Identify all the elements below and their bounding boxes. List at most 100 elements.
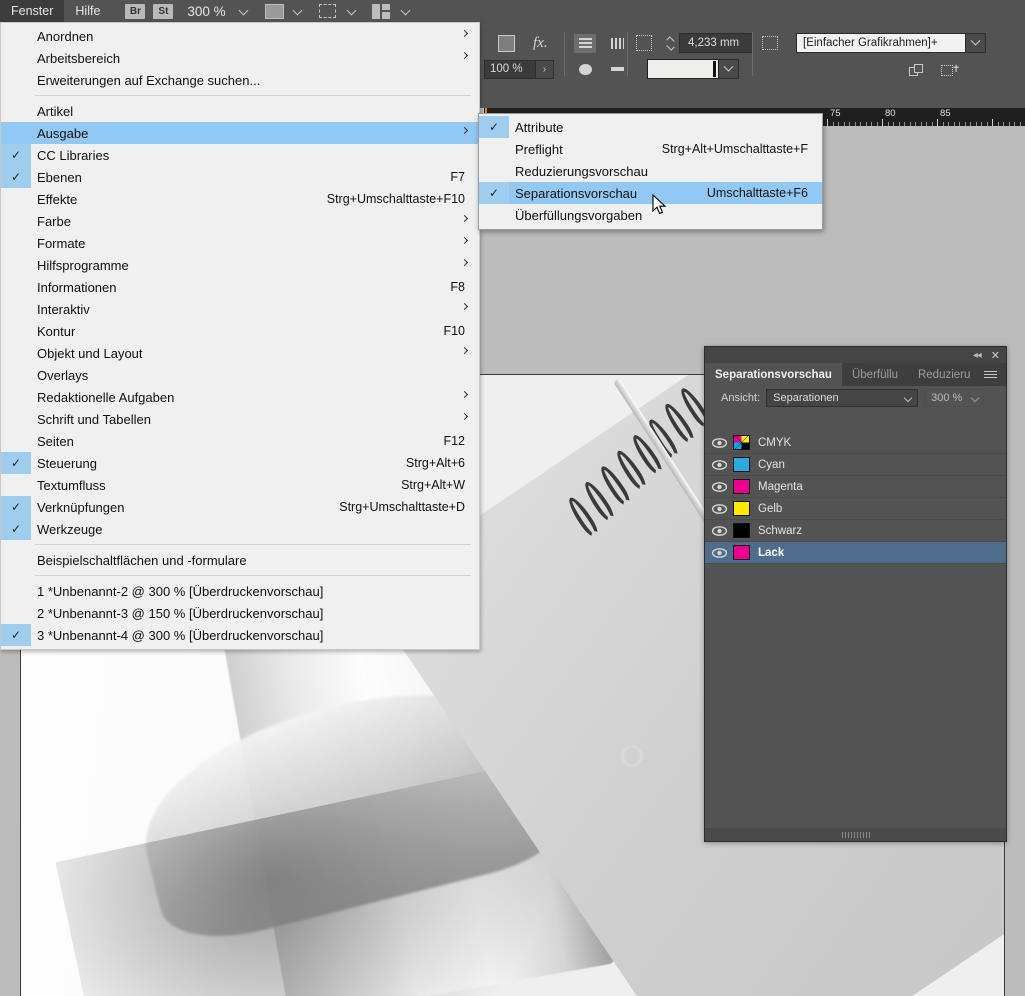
ruler-minor-tick	[1019, 122, 1021, 126]
zoom-level-value[interactable]: 300 %	[187, 4, 225, 19]
effects-fx-icon[interactable]: fx.	[533, 35, 548, 52]
menu-item-shortcut: Umschalttaste+F6	[706, 186, 808, 200]
select-content-icon[interactable]: ✝	[941, 64, 960, 78]
menu-item-artikel[interactable]: Artikel	[1, 100, 479, 122]
text-wrap-bounding-toggle[interactable]	[606, 34, 628, 53]
menu-item-hilfsprogramme[interactable]: Hilfsprogramme	[1, 254, 479, 276]
object-style-chevron-down-icon[interactable]	[966, 33, 986, 53]
ruler-minor-tick	[953, 122, 955, 126]
stroke-type-chevron-down-icon[interactable]	[719, 59, 739, 79]
stock-button[interactable]: St	[153, 3, 174, 19]
panel-title-bar[interactable]: ◂◂ ✕	[705, 347, 1006, 363]
menu-item-effekte[interactable]: Effekte Strg+Umschalttaste+F10	[1, 188, 479, 210]
menu-hilfe[interactable]: Hilfe	[64, 0, 111, 22]
menu-item-informationen[interactable]: Informationen F8	[1, 276, 479, 298]
ink-row[interactable]: Gelb	[705, 498, 1006, 520]
menu-item-werkzeuge[interactable]: ✓ Werkzeuge	[1, 518, 479, 540]
ruler-minor-tick	[975, 122, 977, 126]
corner-radius-value[interactable]: 4,233 mm	[679, 33, 753, 53]
panel-body: CMYK Cyan Magenta Gelb Schwarz Lack	[705, 432, 1006, 827]
view-mode-select[interactable]: Separationen	[766, 389, 919, 407]
menu-item-schrift-und-tabellen[interactable]: Schrift und Tabellen	[1, 408, 479, 430]
ink-row[interactable]: Magenta	[705, 476, 1006, 498]
ink-row[interactable]: Schwarz	[705, 520, 1006, 542]
tab-ueberfuellungsvorschau[interactable]: Überfüllu	[842, 363, 908, 386]
ink-row[interactable]: CMYK	[705, 432, 1006, 454]
eye-visibility-icon[interactable]	[705, 437, 733, 448]
menu-item-anordnen[interactable]: Anordnen	[1, 25, 479, 47]
close-panel-icon[interactable]: ✕	[991, 349, 1000, 362]
separation-zoom-select[interactable]: 300 %	[924, 389, 985, 407]
menu-item-ebenen[interactable]: ✓ Ebenen F7	[1, 166, 479, 188]
panel-menu-icon[interactable]	[975, 363, 1006, 386]
menu-fenster[interactable]: Fenster	[0, 0, 65, 22]
menu-item-ausgabe[interactable]: Ausgabe	[1, 122, 479, 144]
ausgabe-submenu: ✓ Attribute Preflight Strg+Alt+Umschalttast…	[478, 113, 823, 230]
menu-item-label: Overlays	[37, 367, 89, 383]
menu-item-1-unbenannt-2-300-überdruckenvorschau[interactable]: 1 *Unbenannt-2 @ 300 % [Überdruckenvorsc…	[1, 580, 479, 602]
screen-mode-chevron-down-icon[interactable]	[291, 4, 305, 18]
opacity-value[interactable]: 100 %	[484, 59, 536, 79]
menu-item-arbeitsbereich[interactable]: Arbeitsbereich	[1, 47, 479, 69]
menu-item-textumfluss[interactable]: Textumfluss Strg+Alt+W	[1, 474, 479, 496]
menu-item-formate[interactable]: Formate	[1, 232, 479, 254]
menu-item-verknüpfungen[interactable]: ✓ Verknüpfungen Strg+Umschalttaste+D	[1, 496, 479, 518]
menu-item-erweiterungen-auf-exchange-suchen[interactable]: Erweiterungen auf Exchange suchen...	[1, 69, 479, 91]
screen-mode-icon[interactable]	[262, 2, 286, 20]
menu-item-attribute[interactable]: ✓ Attribute	[479, 116, 822, 138]
view-options-icon[interactable]	[316, 2, 340, 20]
menu-item-label: Redaktionelle Aufgaben	[37, 389, 175, 405]
menu-item-farbe[interactable]: Farbe	[1, 210, 479, 232]
text-wrap-jump-toggle[interactable]	[606, 60, 628, 79]
menu-separator	[35, 575, 471, 576]
tab-reduzierungsvorschau[interactable]: Reduzieru	[908, 363, 974, 386]
menu-item-beispielschaltflächen-und-formulare[interactable]: Beispielschaltflächen und -formulare	[1, 549, 479, 571]
menu-item-seiten[interactable]: Seiten F12	[1, 430, 479, 452]
frame-fitting-icon[interactable]	[498, 34, 515, 52]
menu-item-redaktionelle-aufgaben[interactable]: Redaktionelle Aufgaben	[1, 386, 479, 408]
zoom-chevron-down-icon[interactable]	[237, 4, 251, 18]
eye-visibility-icon[interactable]	[705, 503, 733, 514]
eye-visibility-icon[interactable]	[705, 459, 733, 470]
text-wrap-shape-toggle[interactable]	[574, 60, 596, 79]
bridge-button[interactable]: Br	[125, 3, 146, 19]
menu-item-kontur[interactable]: Kontur F10	[1, 320, 479, 342]
object-style-value[interactable]: [Einfacher Grafikrahmen]+	[796, 33, 966, 53]
eye-visibility-icon[interactable]	[705, 481, 733, 492]
ruler-minor-tick	[893, 122, 894, 126]
checkmark-icon: ✓	[10, 522, 22, 536]
ruler-minor-tick	[876, 122, 878, 126]
menu-item-reduzierungsvorschau[interactable]: Reduzierungsvorschau	[479, 160, 822, 182]
menu-item-steuerung[interactable]: ✓ Steuerung Strg+Alt+6	[1, 452, 479, 474]
panel-view-options: Ansicht: Separationen 300 %	[705, 386, 1006, 410]
menu-item-überfüllungsvorgaben[interactable]: Überfüllungsvorgaben	[479, 204, 822, 226]
corner-options-icon[interactable]	[636, 35, 652, 51]
ruler-minor-tick	[959, 122, 960, 126]
tab-separationsvorschau[interactable]: Separationsvorschau	[705, 363, 842, 386]
eye-visibility-icon[interactable]	[705, 547, 733, 558]
text-wrap-none-toggle[interactable]	[574, 33, 596, 53]
menu-item-label: Anordnen	[37, 28, 94, 44]
menu-item-objekt-und-layout[interactable]: Objekt und Layout	[1, 342, 479, 364]
duplicate-icon[interactable]	[909, 64, 927, 78]
corner-radius-stepper[interactable]	[664, 33, 677, 53]
ink-row[interactable]: Lack	[705, 542, 1006, 564]
menu-item-separationsvorschau[interactable]: ✓ Separationsvorschau Umschalttaste+F6	[479, 182, 822, 204]
menu-item-preflight[interactable]: Preflight Strg+Alt+Umschalttaste+F	[479, 138, 822, 160]
menu-item-3-unbenannt-4-300-überdruckenvorschau[interactable]: ✓ 3 *Unbenannt-4 @ 300 % [Überdruckenvors…	[1, 624, 479, 646]
eye-visibility-icon[interactable]	[705, 525, 733, 536]
arrange-documents-icon[interactable]	[370, 2, 394, 20]
menu-item-2-unbenannt-3-150-überdruckenvorschau[interactable]: 2 *Unbenannt-3 @ 150 % [Überdruckenvorsc…	[1, 602, 479, 624]
menu-item-cc-libraries[interactable]: ✓ CC Libraries	[1, 144, 479, 166]
menu-item-overlays[interactable]: Overlays	[1, 364, 479, 386]
menu-item-interaktiv[interactable]: Interaktiv	[1, 298, 479, 320]
opacity-expand-icon[interactable]: ›	[536, 59, 554, 79]
ruler-label: 80	[885, 108, 896, 119]
panel-resize-grip[interactable]	[705, 828, 1006, 841]
collapse-panel-icon[interactable]: ◂◂	[973, 350, 982, 361]
stroke-preview[interactable]	[647, 59, 719, 79]
arrange-chevron-down-icon[interactable]	[399, 4, 413, 18]
ink-color-swatch	[733, 545, 750, 560]
view-options-chevron-down-icon[interactable]	[345, 4, 359, 18]
ink-row[interactable]: Cyan	[705, 454, 1006, 476]
